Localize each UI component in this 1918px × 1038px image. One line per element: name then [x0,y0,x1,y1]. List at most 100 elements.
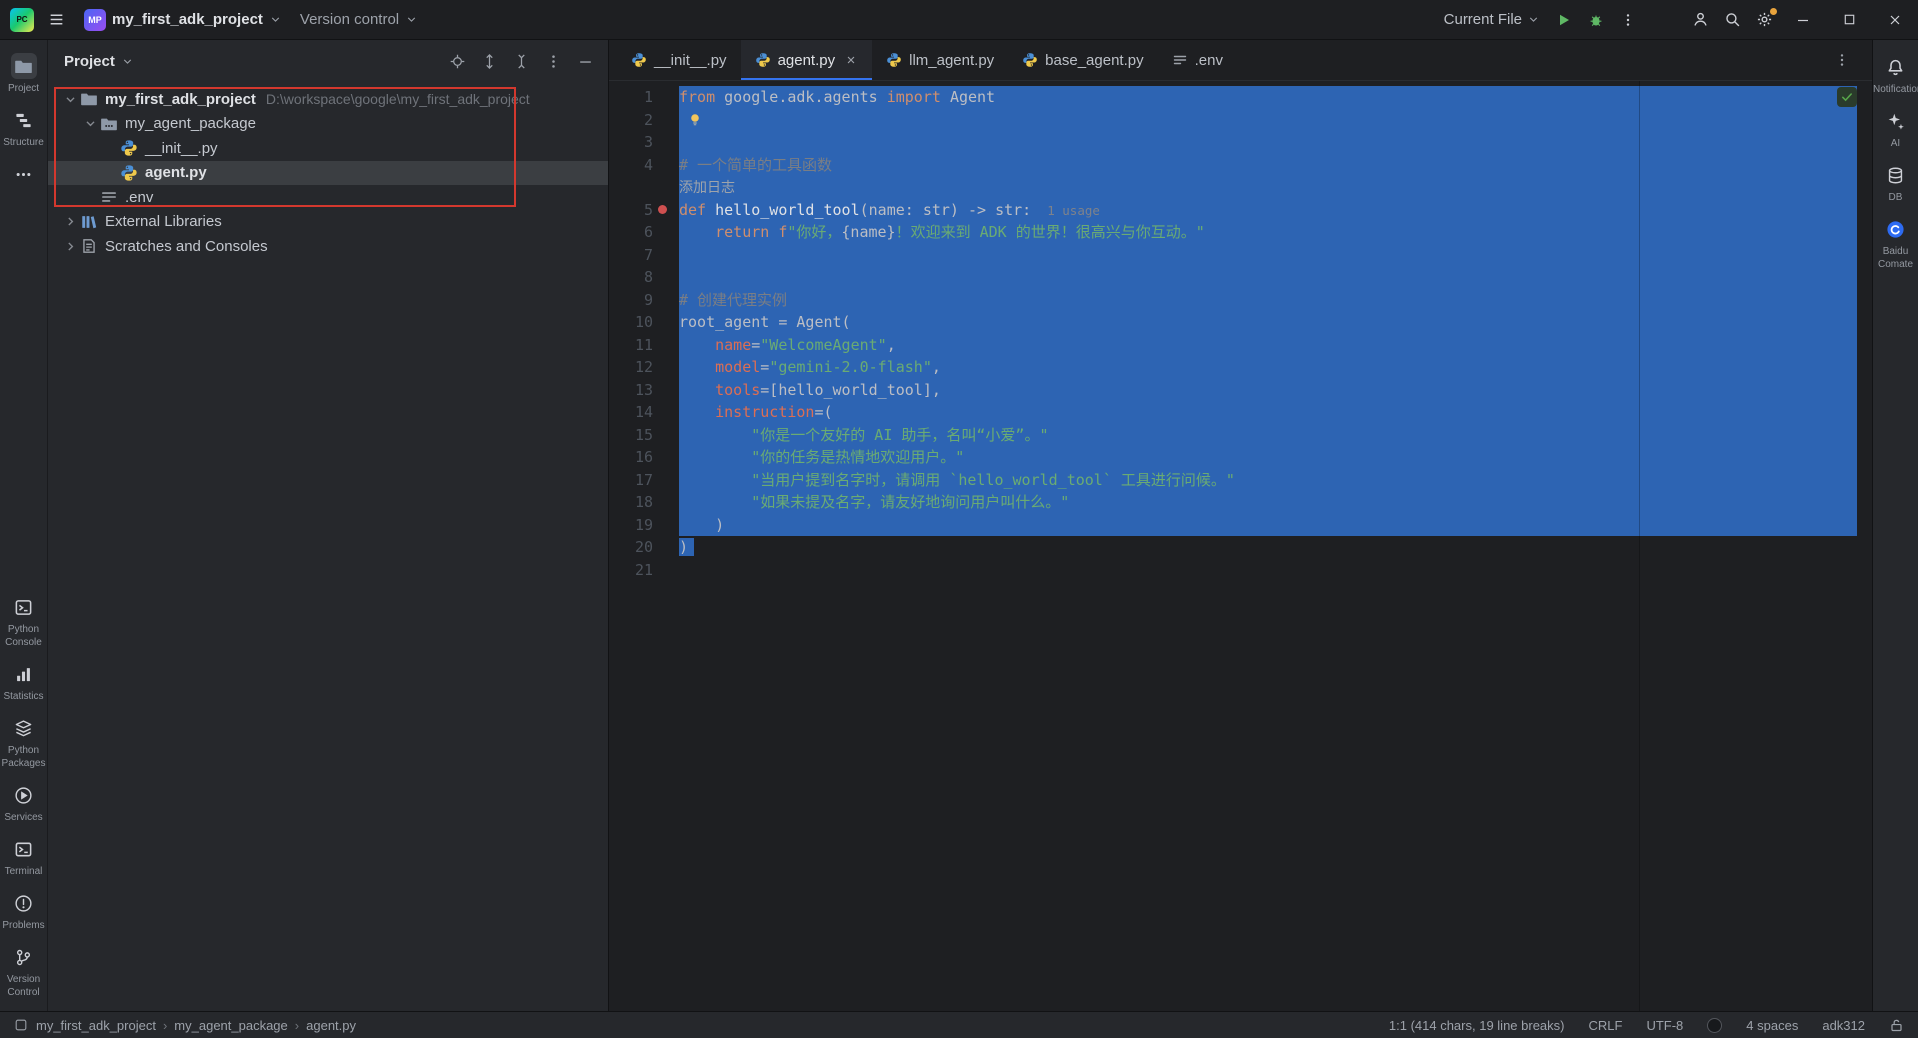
editor-gutter[interactable]: 1 [609,86,679,109]
caret-position[interactable]: 1:1 (414 chars, 19 line breaks) [1389,1018,1565,1033]
maximize-button[interactable] [1826,0,1872,40]
code-token: model [715,358,761,376]
tool-button-notifications[interactable]: Notifications [1872,48,1918,102]
indent-style[interactable]: 4 spaces [1746,1018,1798,1033]
editor-gutter[interactable]: 4 [609,154,679,177]
tree-item-external-libraries[interactable]: External Libraries [48,210,608,235]
libraries-icon [80,213,98,231]
more-vertical-icon [1626,13,1630,26]
close-button[interactable] [1872,0,1918,40]
code-with-me-button[interactable] [1684,5,1716,35]
editor-tab-llm-agent-py[interactable]: llm_agent.py [872,40,1008,80]
tool-button-structure[interactable]: Structure [0,101,47,155]
python-file-icon [631,52,647,68]
inspection-status-icon[interactable] [1837,87,1857,107]
env-file-icon [1172,52,1188,68]
collapse-all-button[interactable] [508,48,534,74]
tree-item-scratches-and-consoles[interactable]: Scratches and Consoles [48,234,608,259]
breadcrumb-item[interactable]: my_first_adk_project [36,1018,156,1033]
tree-item-my-first-adk-project[interactable]: my_first_adk_project D:\workspace\google\… [48,87,608,112]
editor-gutter[interactable]: 10 [609,311,679,334]
tool-button-project[interactable]: Project [0,47,47,101]
tree-item-my-agent-package[interactable]: my_agent_package [48,112,608,137]
editor-gutter[interactable]: 12 [609,356,679,379]
run-configuration-selector[interactable]: Current File [1436,5,1548,35]
settings-update-badge [1770,7,1777,15]
chevron-down-icon[interactable] [80,116,100,131]
editor-gutter[interactable] [609,176,679,199]
tool-button-version-control[interactable]: Version Control [0,938,47,1005]
file-encoding[interactable]: UTF-8 [1646,1018,1683,1033]
expand-all-button[interactable] [476,48,502,74]
tree-item-agent-py[interactable]: agent.py [48,160,608,185]
editor-gutter[interactable]: 18 [609,491,679,514]
breadcrumb-item[interactable]: my_agent_package [174,1018,287,1033]
editor-gutter[interactable]: 8 [609,266,679,289]
tree-item-init-py[interactable]: __init__.py [48,136,608,161]
hide-panel-button[interactable] [572,48,598,74]
intention-bulb-icon[interactable] [687,112,703,128]
editor-gutter[interactable]: 2 [609,109,679,132]
close-tab-icon[interactable] [844,53,858,67]
editor-gutter[interactable]: 9 [609,289,679,312]
lock-icon[interactable] [1889,1018,1904,1033]
tool-button-db[interactable]: DB [1872,156,1918,210]
editor-gutter[interactable]: 7 [609,244,679,267]
more-actions-button[interactable] [1612,5,1644,35]
tool-button-services[interactable]: Services [0,776,47,830]
tool-button-statistics[interactable]: Statistics [0,655,47,709]
vcs-widget[interactable]: Version control [294,5,424,35]
line-separator[interactable]: CRLF [1589,1018,1623,1033]
code-editor[interactable]: 1 from google.adk.agents import Agent 2 3 4 #… [609,81,1872,1011]
main-menu-button[interactable] [40,5,72,35]
comate-inline-hint[interactable]: 添加日志 [679,180,735,196]
tool-button-label: Python Packages [1,745,46,769]
editor-gutter[interactable]: 6 [609,221,679,244]
editor-gutter[interactable]: 20 [609,536,679,559]
tool-button-more-tools[interactable] [0,155,47,193]
editor-tab-env[interactable]: .env [1158,40,1237,80]
options-button[interactable] [540,48,566,74]
editor-gutter[interactable]: 5 [609,199,679,222]
editor-gutter[interactable]: 14 [609,401,679,424]
tab-options-button[interactable] [1834,52,1850,68]
editor-gutter[interactable]: 19 [609,514,679,537]
line-content: return f"你好，{name}！欢迎来到 ADK 的世界！很高兴与你互动。… [679,221,1872,244]
editor-tab-init-py[interactable]: __init__.py [617,40,741,80]
chevron-right-icon[interactable] [60,214,80,229]
project-panel-title[interactable]: Project [64,53,115,70]
chevron-down-icon[interactable] [121,55,134,68]
gutter-marker-icon[interactable] [658,205,667,215]
editor-gutter[interactable]: 15 [609,424,679,447]
tool-button-python-console[interactable]: Python Console [0,588,47,655]
chevron-down-icon[interactable] [60,92,80,107]
search-everywhere-button[interactable] [1716,5,1748,35]
tool-button-problems[interactable]: Problems [0,884,47,938]
settings-button[interactable] [1748,5,1780,35]
tab-label: agent.py [777,51,836,69]
tool-button-python-packages[interactable]: Python Packages [0,709,47,776]
project-widget[interactable]: MP my_first_adk_project [78,5,288,35]
editor-gutter[interactable]: 17 [609,469,679,492]
editor-tab-base-agent-py[interactable]: base_agent.py [1008,40,1157,80]
python-interpreter[interactable]: adk312 [1822,1018,1865,1033]
tool-button-terminal[interactable]: Terminal [0,830,47,884]
run-button[interactable] [1548,5,1580,35]
editor-gutter[interactable]: 11 [609,334,679,357]
tree-item-env[interactable]: .env [48,185,608,210]
comate-status-icon[interactable] [1707,1017,1723,1033]
chevron-right-icon[interactable] [60,239,80,254]
editor-gutter[interactable]: 13 [609,379,679,402]
editor-gutter[interactable]: 3 [609,131,679,154]
editor-tab-bar: __init__.py agent.py llm_agent.py base_agen… [609,40,1872,81]
breadcrumb-item[interactable]: agent.py [306,1018,356,1033]
editor-gutter[interactable]: 16 [609,446,679,469]
debug-button[interactable] [1580,5,1612,35]
editor-gutter[interactable]: 21 [609,559,679,582]
editor-tab-agent-py[interactable]: agent.py [740,40,873,80]
tool-button-baidu-comate[interactable]: Baidu Comate [1872,210,1918,277]
code-token: , [886,335,896,354]
tool-button-ai[interactable]: AI [1872,102,1918,156]
locate-file-button[interactable] [444,48,470,74]
minimize-button[interactable] [1780,0,1826,40]
